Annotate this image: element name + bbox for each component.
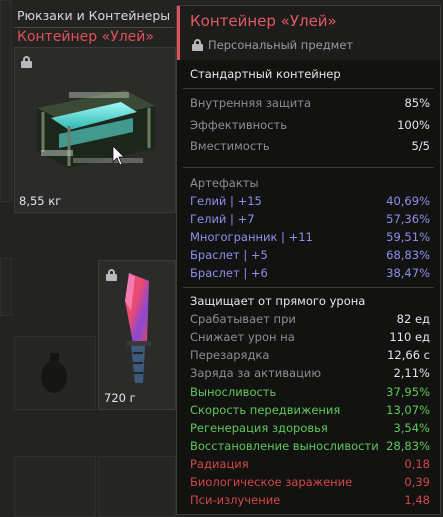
positive-effect-row: Восстановление выносливости 28,83%: [190, 437, 430, 455]
personal-item-label: Персональный предмет: [208, 38, 354, 52]
item-slot-knife[interactable]: 720 г: [98, 260, 176, 410]
artifact-label: Браслет | +5: [190, 248, 268, 262]
item-slot-container[interactable]: 8,55 кг: [14, 47, 176, 213]
item-slot-empty[interactable]: [14, 456, 96, 517]
selected-item-name: Контейнер «Улей»: [17, 29, 154, 45]
artifact-label: Браслет | +6: [190, 266, 268, 280]
positive-effect-row: Скорость передвижения 13,07%: [190, 401, 430, 419]
negative-effect-row: Радиация 0,18: [190, 455, 430, 473]
effect-label: Пси-излучение: [190, 493, 281, 507]
effect-label: Регенерация здоровья: [190, 421, 328, 435]
protection-header: Защищает от прямого урона: [190, 294, 366, 308]
inventory-panel: Рюкзаки и Контейнеры Контейнер «Улей» 8,…: [0, 0, 176, 517]
protection-label: Срабатывает при: [190, 312, 296, 326]
protection-value: 12,66 с: [387, 348, 430, 362]
artifact-value: 59,51%: [386, 230, 430, 244]
artifact-value: 40,69%: [386, 194, 430, 208]
item-slot-empty[interactable]: [0, 0, 12, 202]
divider: [183, 88, 434, 89]
artifact-value: 57,36%: [386, 212, 430, 226]
stat-row: Эффективность 100%: [190, 116, 430, 134]
stat-label: Внутренняя защита: [190, 96, 312, 110]
item-slot-empty[interactable]: [0, 258, 12, 316]
container-icon: [37, 90, 155, 168]
artifact-label: Гелий | +7: [190, 212, 255, 226]
protection-value: 2,11%: [393, 366, 430, 380]
protection-label: Заряда за активацию: [190, 366, 322, 380]
effect-value: 1,48: [404, 493, 430, 507]
artifact-value: 68,83%: [386, 248, 430, 262]
protection-label: Перезарядка: [190, 348, 270, 362]
divider: [183, 167, 434, 168]
positive-effect-row: Выносливость 37,95%: [190, 383, 430, 401]
protection-value: 82 ед: [396, 312, 430, 326]
item-tooltip: Контейнер «Улей» Персональный предмет Ст…: [176, 5, 441, 515]
effect-label: Восстановление выносливости: [190, 439, 379, 453]
artifact-value: 38,47%: [386, 266, 430, 280]
lock-icon: [192, 39, 203, 51]
divider: [183, 287, 434, 288]
stat-label: Вместимость: [190, 139, 270, 153]
artifact-row: Браслет | +5 68,83%: [190, 246, 430, 264]
stat-value: 85%: [404, 96, 430, 110]
item-type: Стандартный контейнер: [190, 67, 341, 81]
item-slot-empty[interactable]: [98, 456, 176, 517]
stat-row: Внутренняя защита 85%: [190, 94, 430, 112]
grenade-icon: [41, 353, 67, 393]
stat-value: 100%: [397, 118, 430, 132]
stat-row: Вместимость 5/5: [190, 137, 430, 155]
artifact-label: Гелий | +15: [190, 194, 262, 208]
artifact-row: Гелий | +15 40,69%: [190, 192, 430, 210]
tooltip-header: Контейнер «Улей» Персональный предмет: [177, 6, 440, 60]
effect-label: Радиация: [190, 457, 249, 471]
positive-effect-row: Регенерация здоровья 3,54%: [190, 419, 430, 437]
lock-icon: [21, 56, 32, 68]
stat-value: 5/5: [411, 139, 430, 153]
effect-label: Выносливость: [190, 385, 277, 399]
protection-value: 110 ед: [389, 330, 430, 344]
protection-row: Снижает урон на 110 ед: [190, 328, 430, 346]
artifact-label: Многогранник | +11: [190, 230, 313, 244]
item-slot-grenade[interactable]: [14, 336, 96, 410]
negative-effect-row: Биологическое заражение 0,39: [190, 473, 430, 491]
item-weight: 8,55 кг: [19, 194, 62, 208]
item-weight: 720 г: [104, 391, 136, 405]
protection-row: Срабатывает при 82 ед: [190, 310, 430, 328]
protection-row: Перезарядка 12,66 с: [190, 346, 430, 364]
effect-value: 3,54%: [393, 421, 430, 435]
artifact-row: Гелий | +7 57,36%: [190, 210, 430, 228]
knife-icon: [125, 273, 151, 383]
artifact-row: Браслет | +6 38,47%: [190, 264, 430, 282]
artifacts-header: Артефакты: [190, 176, 259, 190]
protection-label: Снижает урон на: [190, 330, 295, 344]
effect-label: Скорость передвижения: [190, 403, 341, 417]
effect-value: 0,18: [404, 457, 430, 471]
effect-value: 28,83%: [386, 439, 430, 453]
stat-label: Эффективность: [190, 118, 288, 132]
negative-effect-row: Пси-излучение 1,48: [190, 491, 430, 509]
effect-value: 0,39: [404, 475, 430, 489]
divider: [14, 27, 174, 28]
effect-value: 13,07%: [386, 403, 430, 417]
protection-row: Заряда за активацию 2,11%: [190, 364, 430, 382]
effect-value: 37,95%: [386, 385, 430, 399]
category-title: Рюкзаки и Контейнеры: [17, 8, 171, 23]
artifact-row: Многогранник | +11 59,51%: [190, 228, 430, 246]
accent-bar: [177, 6, 180, 60]
tooltip-title: Контейнер «Улей»: [190, 12, 337, 30]
effect-label: Биологическое заражение: [190, 475, 353, 489]
